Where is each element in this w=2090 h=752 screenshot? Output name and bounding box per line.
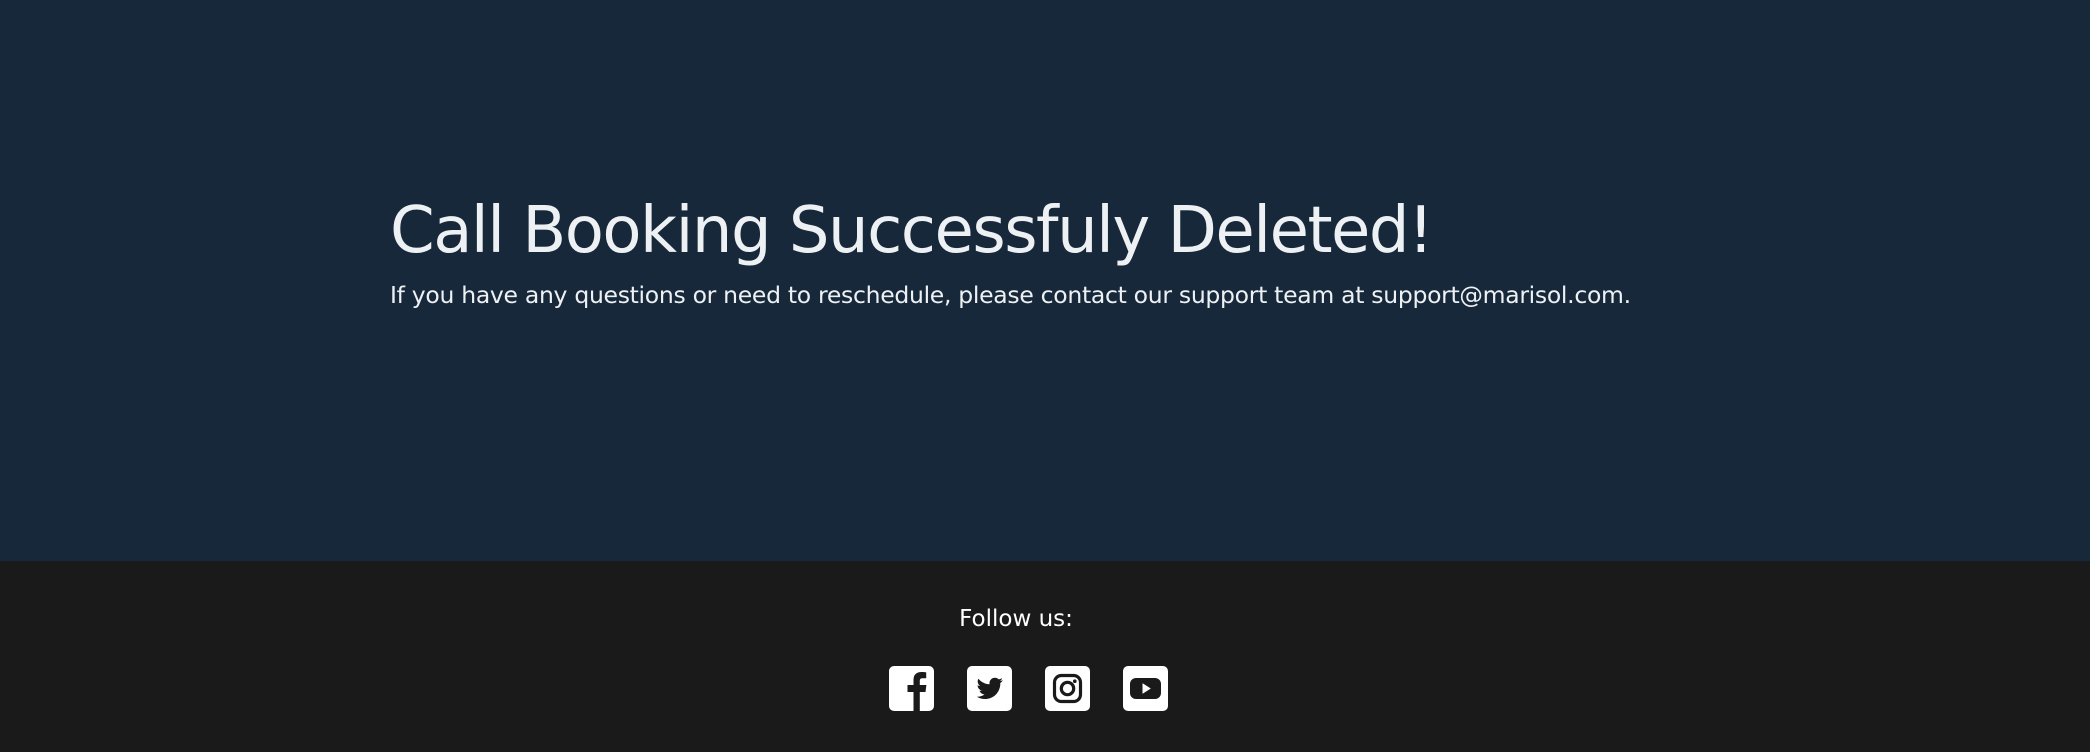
youtube-link[interactable] (1123, 666, 1168, 711)
instagram-link[interactable] (1045, 666, 1090, 711)
follow-us-label: Follow us: (959, 606, 1073, 632)
instagram-icon (1045, 666, 1090, 711)
social-links (889, 666, 1168, 711)
twitter-icon (967, 666, 1012, 711)
footer: Follow us: (0, 561, 2090, 752)
page: Call Booking Successfuly Deleted! If you… (0, 0, 2090, 752)
confirmation-section: Call Booking Successfuly Deleted! If you… (0, 0, 2090, 561)
support-message: If you have any questions or need to res… (390, 281, 1631, 309)
facebook-icon (889, 666, 934, 711)
facebook-link[interactable] (889, 666, 934, 711)
page-title: Call Booking Successfuly Deleted! (390, 194, 1434, 268)
confirmation-content: Call Booking Successfuly Deleted! If you… (390, 188, 1890, 312)
twitter-link[interactable] (967, 666, 1012, 711)
youtube-icon (1123, 666, 1168, 711)
